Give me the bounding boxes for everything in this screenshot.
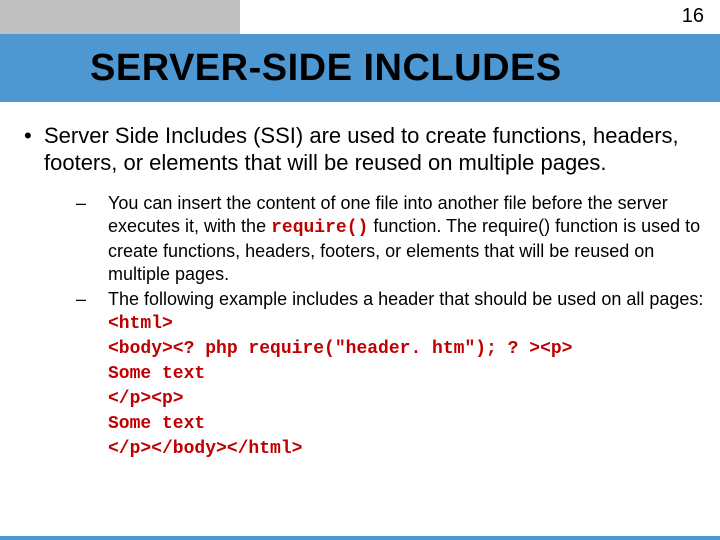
- slide: 16 SERVER-SIDE INCLUDES • Server Side In…: [0, 0, 720, 540]
- top-bar-white: [240, 0, 720, 34]
- code-line: <body><? php require("header. htm"); ? >…: [108, 339, 572, 359]
- sub-item: – The following example includes a heade…: [74, 288, 710, 461]
- sub-marker: –: [74, 192, 108, 286]
- bullet-text: Server Side Includes (SSI) are used to c…: [44, 122, 710, 176]
- code-line: </p><p>: [108, 389, 184, 409]
- top-bar: 16: [0, 0, 720, 34]
- inline-code: require(): [271, 218, 368, 238]
- code-line: <html>: [108, 314, 173, 334]
- bullet-marker: •: [20, 122, 44, 176]
- code-line: Some text: [108, 364, 205, 384]
- sub2-intro: The following example includes a header …: [108, 289, 703, 309]
- sub-list: – You can insert the content of one file…: [74, 192, 710, 461]
- code-line: Some text: [108, 414, 205, 434]
- title-band: SERVER-SIDE INCLUDES: [0, 34, 720, 102]
- top-bar-grey: [0, 0, 240, 34]
- bottom-accent-bar: [0, 536, 720, 540]
- sub-text: The following example includes a header …: [108, 288, 710, 461]
- bullet-item: • Server Side Includes (SSI) are used to…: [20, 122, 710, 176]
- sub-item: – You can insert the content of one file…: [74, 192, 710, 286]
- code-line: </p></body></html>: [108, 439, 302, 459]
- sub-marker: –: [74, 288, 108, 461]
- slide-title: SERVER-SIDE INCLUDES: [0, 47, 562, 90]
- content-area: • Server Side Includes (SSI) are used to…: [20, 112, 710, 463]
- sub-text: You can insert the content of one file i…: [108, 192, 710, 286]
- page-number: 16: [682, 5, 704, 28]
